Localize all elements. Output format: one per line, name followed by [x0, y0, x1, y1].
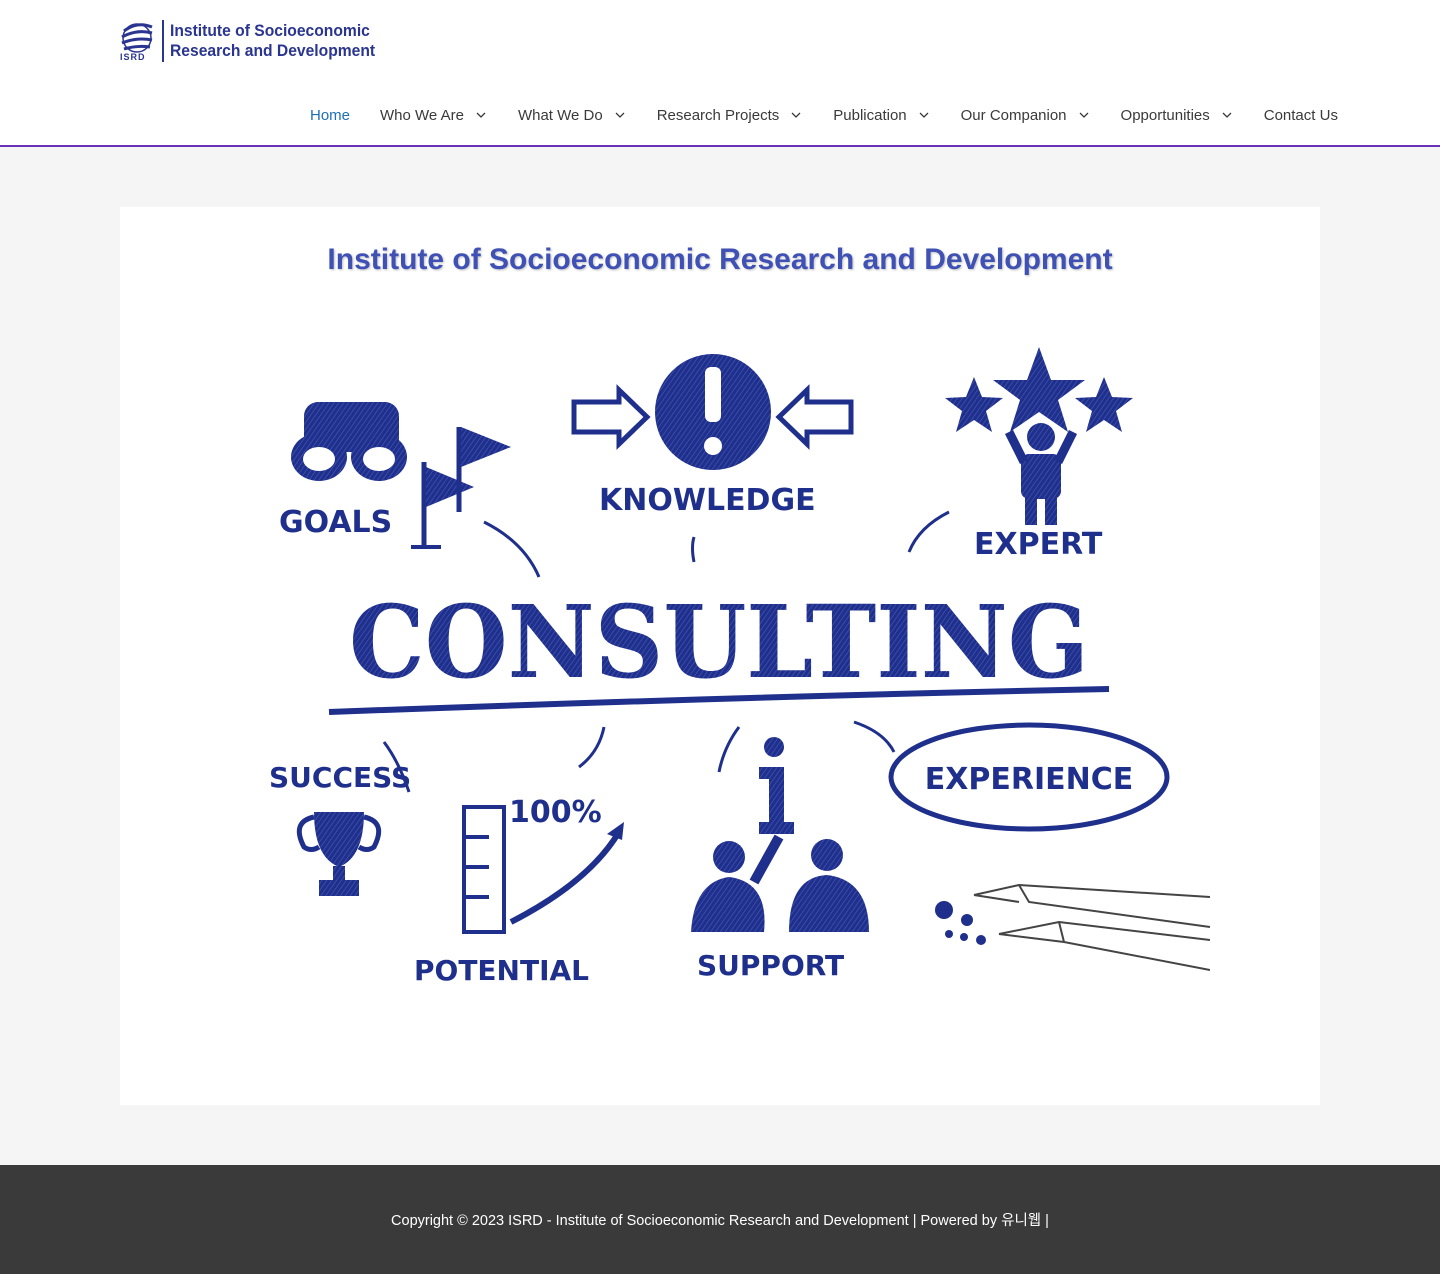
nav-item-what-we-do[interactable]: What We Do — [503, 94, 642, 136]
globe-logo-icon: ISRD — [120, 19, 154, 63]
chevron-down-icon — [1077, 108, 1091, 122]
word-percent: 100% — [509, 795, 602, 830]
main-navigation: Home Who We Are What We Do Research Proj… — [295, 94, 1353, 136]
content-card: Institute of Socioeconomic Research and … — [120, 207, 1320, 1105]
logo-line-1: Institute of Socioeconomic — [170, 21, 370, 40]
logo-line-2: Research and Development — [170, 41, 376, 60]
copyright-text: Copyright © 2023 ISRD - Institute of Soc… — [391, 1213, 998, 1229]
chevron-down-icon — [1220, 108, 1234, 122]
word-expert: EXPERT — [974, 527, 1103, 562]
logo-abbr: ISRD — [120, 52, 146, 62]
exclamation-icon — [655, 354, 771, 470]
word-support: SUPPORT — [697, 949, 844, 982]
chevron-down-icon — [917, 108, 931, 122]
nav-item-home[interactable]: Home — [295, 94, 365, 136]
site-logo[interactable]: ISRD Institute of Socioeconomic Research… — [120, 18, 375, 64]
page-title: Institute of Socioeconomic Research and … — [327, 243, 1113, 276]
nav-label: Opportunities — [1120, 106, 1210, 124]
nav-label: What We Do — [517, 106, 603, 124]
nav-label: Research Projects — [656, 106, 780, 124]
consulting-illustration: GOALS KNOWLEDGE EXPERT CONSULTING SUCCES… — [229, 322, 1210, 1015]
nav-item-publication[interactable]: Publication — [818, 94, 945, 136]
word-consulting: CONSULTING — [349, 583, 1089, 701]
footer-copyright: Copyright © 2023 ISRD - Institute of Soc… — [0, 1209, 1440, 1230]
chevron-down-icon — [789, 108, 803, 122]
chevron-down-icon — [474, 108, 488, 122]
nav-label: Contact Us — [1263, 106, 1338, 124]
powered-by-link[interactable]: 유니웹 — [1001, 1213, 1041, 1229]
nav-item-our-companion[interactable]: Our Companion — [946, 94, 1106, 136]
nav-label: Home — [310, 106, 351, 124]
nav-label: Who We Are — [380, 106, 464, 124]
nav-item-research-projects[interactable]: Research Projects — [642, 94, 819, 136]
site-footer: Copyright © 2023 ISRD - Institute of Soc… — [0, 1165, 1440, 1274]
word-knowledge: KNOWLEDGE — [599, 483, 816, 518]
logo-wordmark: Institute of Socioeconomic Research and … — [162, 20, 393, 62]
nav-item-who-we-are[interactable]: Who We Are — [365, 94, 503, 136]
nav-item-opportunities[interactable]: Opportunities — [1106, 94, 1249, 136]
chevron-down-icon — [613, 108, 627, 122]
word-experience: EXPERIENCE — [925, 762, 1133, 797]
footer-separator: | — [1045, 1213, 1049, 1229]
nav-item-contact-us[interactable]: Contact Us — [1249, 94, 1353, 136]
word-potential: POTENTIAL — [414, 954, 589, 987]
nav-label: Our Companion — [960, 106, 1067, 124]
consulting-hero-image: GOALS KNOWLEDGE EXPERT CONSULTING SUCCES… — [229, 322, 1210, 1015]
nav-label: Publication — [833, 106, 907, 124]
site-header: ISRD Institute of Socioeconomic Research… — [0, 0, 1440, 147]
word-success: SUCCESS — [269, 761, 411, 794]
word-goals: GOALS — [279, 505, 392, 540]
